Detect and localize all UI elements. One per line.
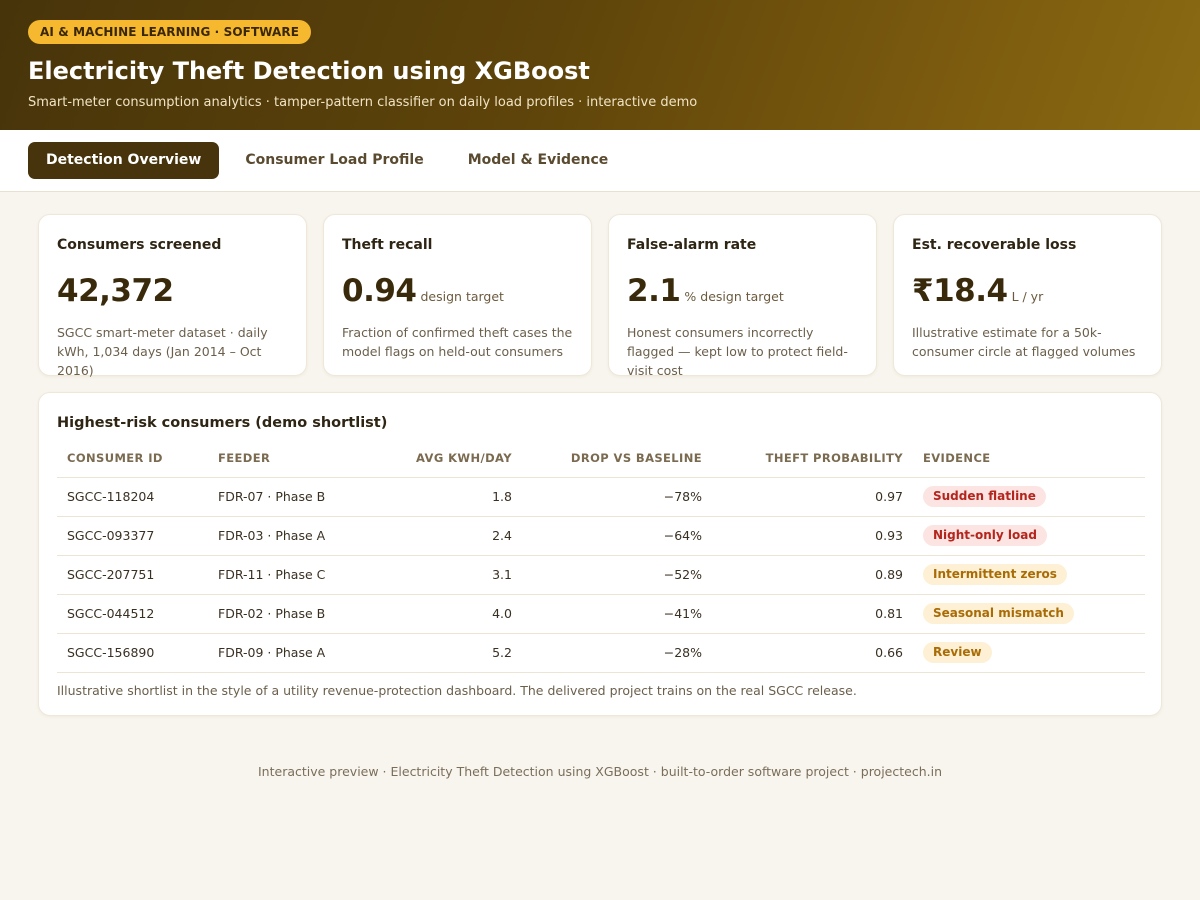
feeder-cell: FDR-03 · Phase A bbox=[208, 516, 358, 556]
table-row[interactable]: SGCC-118204 FDR-07 · Phase B 1.8 −78% 0.… bbox=[57, 477, 1145, 517]
drop-cell: −28% bbox=[522, 633, 712, 673]
kpi-unit: % design target bbox=[684, 289, 784, 304]
probability-cell: 0.66 bbox=[712, 633, 913, 673]
kpi-title: Consumers screened bbox=[57, 237, 222, 253]
kpi-value: 2.1 bbox=[627, 273, 681, 309]
table-row[interactable]: SGCC-093377 FDR-03 · Phase A 2.4 −64% 0.… bbox=[57, 516, 1145, 556]
kpi-cards: Consumers screened 42,372 SGCC smart-met… bbox=[38, 214, 1162, 378]
avg-kwh-cell: 1.8 bbox=[358, 477, 522, 517]
feeder-cell: FDR-11 · Phase C bbox=[208, 555, 358, 595]
consumer-id-cell: SGCC-093377 bbox=[57, 516, 208, 556]
column-header-drop[interactable]: DROP VS BASELINE bbox=[522, 451, 712, 478]
column-header-avg-kwh[interactable]: AVG KWH/DAY bbox=[358, 451, 522, 478]
probability-cell: 0.97 bbox=[712, 477, 913, 517]
kpi-title: Theft recall bbox=[342, 237, 433, 253]
kpi-unit: L / yr bbox=[1011, 289, 1044, 304]
kpi-card-recoverable-loss: Est. recoverable loss ₹18.4 L / yr Illus… bbox=[893, 214, 1162, 376]
evidence-badge: Review bbox=[923, 642, 992, 663]
probability-cell: 0.81 bbox=[712, 594, 913, 634]
tab-detection-overview[interactable]: Detection Overview bbox=[28, 142, 220, 179]
table-row[interactable]: SGCC-044512 FDR-02 · Phase B 4.0 −41% 0.… bbox=[57, 594, 1145, 634]
avg-kwh-cell: 3.1 bbox=[358, 555, 522, 595]
column-header-theft-probability[interactable]: THEFT PROBABILITY bbox=[712, 451, 913, 478]
table-row[interactable]: SGCC-156890 FDR-09 · Phase A 5.2 −28% 0.… bbox=[57, 633, 1145, 673]
kpi-unit: design target bbox=[420, 289, 504, 304]
column-header-feeder[interactable]: FEEDER bbox=[208, 451, 358, 478]
drop-cell: −52% bbox=[522, 555, 712, 595]
evidence-badge: Sudden flatline bbox=[923, 486, 1046, 507]
evidence-badge: Seasonal mismatch bbox=[923, 603, 1074, 624]
table-header-row: CONSUMER ID FEEDER AVG KWH/DAY DROP VS B… bbox=[57, 451, 1145, 478]
drop-cell: −64% bbox=[522, 516, 712, 556]
kpi-card-false-alarm-rate: False-alarm rate 2.1 % design target Hon… bbox=[608, 214, 877, 378]
consumer-id-cell: SGCC-207751 bbox=[57, 555, 208, 595]
feeder-cell: FDR-07 · Phase B bbox=[208, 477, 358, 517]
kpi-card-theft-recall: Theft recall 0.94 design target Fraction… bbox=[323, 214, 592, 376]
page-footer: Interactive preview · Electricity Theft … bbox=[258, 764, 942, 779]
column-header-consumer-id[interactable]: CONSUMER ID bbox=[57, 451, 208, 478]
kpi-value: 42,372 bbox=[57, 273, 174, 309]
evidence-badge: Intermittent zeros bbox=[923, 564, 1067, 585]
shortlist-panel: Highest-risk consumers (demo shortlist) … bbox=[38, 392, 1162, 716]
tab-model-evidence[interactable]: Model & Evidence bbox=[450, 142, 627, 179]
evidence-badge: Night-only load bbox=[923, 525, 1047, 546]
tab-bar: Detection Overview Consumer Load Profile… bbox=[0, 130, 1200, 192]
feeder-cell: FDR-09 · Phase A bbox=[208, 633, 358, 673]
page-title: Electricity Theft Detection using XGBoos… bbox=[28, 57, 590, 85]
kpi-title: Est. recoverable loss bbox=[912, 237, 1077, 253]
feeder-cell: FDR-02 · Phase B bbox=[208, 594, 358, 634]
kpi-title: False-alarm rate bbox=[627, 237, 757, 253]
shortlist-title: Highest-risk consumers (demo shortlist) bbox=[57, 415, 388, 431]
kpi-card-consumers-screened: Consumers screened 42,372 SGCC smart-met… bbox=[38, 214, 307, 378]
consumer-id-cell: SGCC-044512 bbox=[57, 594, 208, 634]
page-subtitle: Smart-meter consumption analytics · tamp… bbox=[28, 95, 698, 110]
tab-consumer-load-profile[interactable]: Consumer Load Profile bbox=[227, 142, 441, 179]
kpi-description: Honest consumers incorrectly flagged — k… bbox=[627, 325, 848, 378]
kpi-value: ₹18.4 bbox=[912, 273, 1008, 309]
table-row[interactable]: SGCC-207751 FDR-11 · Phase C 3.1 −52% 0.… bbox=[57, 555, 1145, 595]
kpi-description: Fraction of confirmed theft cases the mo… bbox=[342, 325, 573, 359]
drop-cell: −78% bbox=[522, 477, 712, 517]
avg-kwh-cell: 4.0 bbox=[358, 594, 522, 634]
probability-cell: 0.93 bbox=[712, 516, 913, 556]
page-header: AI & MACHINE LEARNING · SOFTWARE Electri… bbox=[0, 0, 1200, 130]
kpi-value: 0.94 bbox=[342, 273, 417, 309]
avg-kwh-cell: 2.4 bbox=[358, 516, 522, 556]
consumer-id-cell: SGCC-118204 bbox=[57, 477, 208, 517]
shortlist-note: Illustrative shortlist in the style of a… bbox=[57, 682, 857, 698]
category-pill: AI & MACHINE LEARNING · SOFTWARE bbox=[28, 20, 312, 44]
column-header-evidence[interactable]: EVIDENCE bbox=[913, 451, 1145, 478]
consumer-id-cell: SGCC-156890 bbox=[57, 633, 208, 673]
kpi-description: Illustrative estimate for a 50k-consumer… bbox=[912, 325, 1136, 359]
avg-kwh-cell: 5.2 bbox=[358, 633, 522, 673]
drop-cell: −41% bbox=[522, 594, 712, 634]
shortlist-table: CONSUMER ID FEEDER AVG KWH/DAY DROP VS B… bbox=[57, 451, 1145, 673]
kpi-description: SGCC smart-meter dataset · daily kWh, 1,… bbox=[57, 325, 268, 378]
probability-cell: 0.89 bbox=[712, 555, 913, 595]
